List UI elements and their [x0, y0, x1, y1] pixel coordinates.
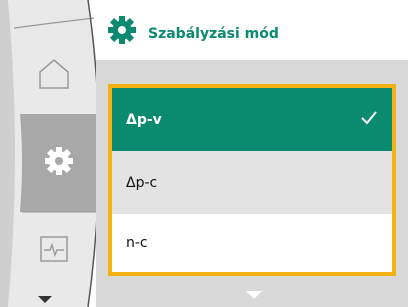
option-label: Δp-c: [126, 174, 158, 191]
options-list: Δp-v Δp-c n-c: [108, 84, 396, 276]
option-n-c[interactable]: n-c: [112, 214, 392, 272]
pulse-icon[interactable]: [40, 236, 68, 262]
option-label: Δp-v: [126, 111, 162, 128]
option-label: n-c: [126, 235, 148, 251]
chevron-down-icon[interactable]: [246, 291, 262, 300]
gear-icon[interactable]: [44, 146, 74, 176]
option-dp-c[interactable]: Δp-c: [112, 151, 392, 214]
gear-icon: [108, 16, 136, 44]
chevron-down-icon[interactable]: [38, 296, 52, 304]
option-dp-v[interactable]: Δp-v: [112, 88, 392, 151]
home-icon[interactable]: [36, 56, 72, 92]
page-title: Szabályzási mód: [148, 26, 279, 42]
checkmark-icon: [361, 111, 377, 125]
